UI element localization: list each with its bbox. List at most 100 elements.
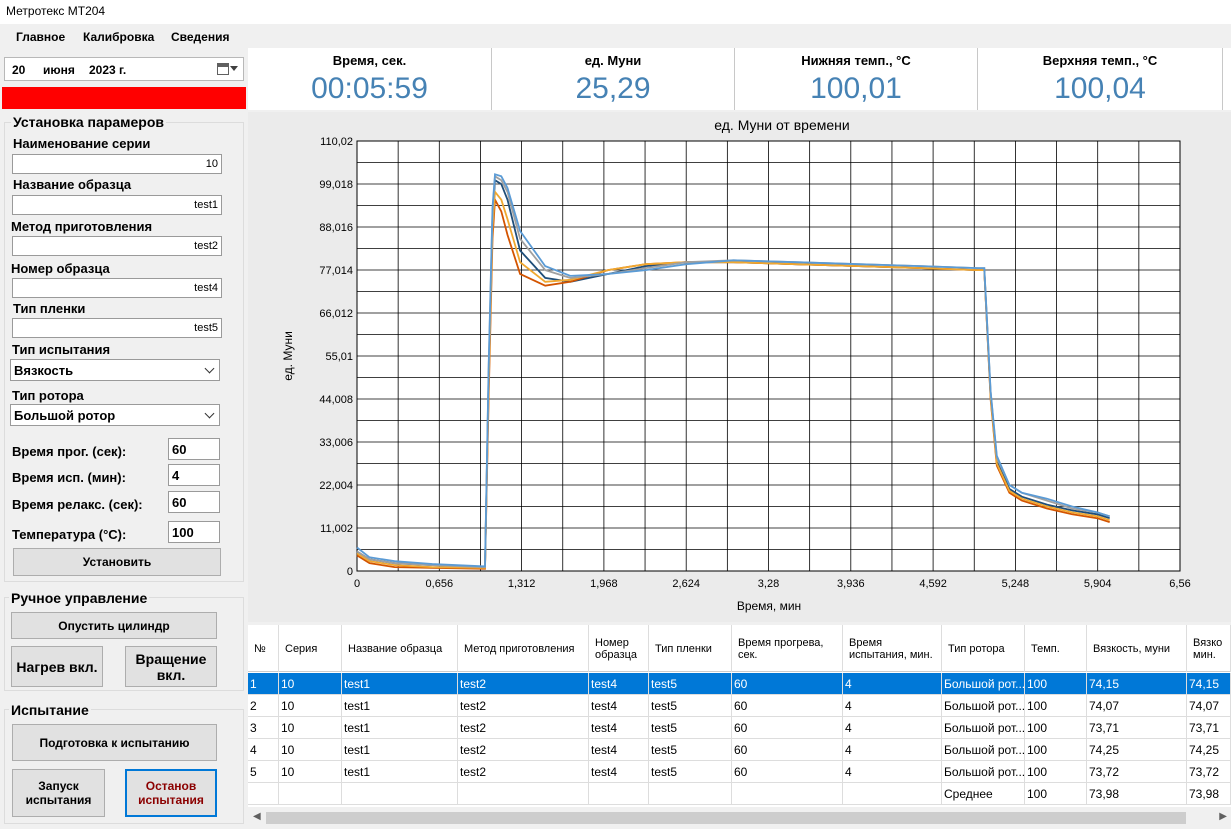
table-cell: 73,98 xyxy=(1187,783,1231,805)
menu-info[interactable]: Сведения xyxy=(171,30,229,44)
rotation-on-button[interactable]: Вращение вкл. xyxy=(125,646,217,687)
table-cell xyxy=(589,783,649,805)
temperature-label: Температура (°С): xyxy=(12,527,127,542)
table-cell: 2 xyxy=(248,695,279,717)
y-tick-label: 88,016 xyxy=(319,222,353,234)
y-tick-label: 0 xyxy=(347,566,353,578)
rotor-type-label: Тип ротора xyxy=(12,388,84,403)
x-tick-label: 0,656 xyxy=(426,578,454,590)
x-tick-label: 5,904 xyxy=(1084,578,1112,590)
table-row[interactable]: 4 10 test1 test2 test4 test5 60 4 Большой рот...… xyxy=(248,739,1231,761)
table-cell: 10 xyxy=(279,739,342,761)
scroll-left-icon[interactable]: ◀ xyxy=(253,811,261,822)
table-row[interactable]: 5 10 test1 test2 test4 test5 60 4 Большой рот...… xyxy=(248,761,1231,783)
table-cell: test2 xyxy=(458,717,589,739)
column-header[interactable]: Вязко мин. xyxy=(1187,625,1231,672)
prepare-test-button[interactable]: Подготовка к испытанию xyxy=(12,724,217,761)
table-cell: test4 xyxy=(589,717,649,739)
x-tick-label: 2,624 xyxy=(672,578,700,590)
results-table: № Серия Название образца Метод приготовлени… xyxy=(248,625,1231,829)
manual-title: Ручное управление xyxy=(9,590,150,606)
column-header[interactable]: Серия xyxy=(279,625,342,672)
menu-main[interactable]: Главное xyxy=(16,30,65,44)
horizontal-scrollbar[interactable]: ◀ ▶ xyxy=(248,807,1231,829)
column-header[interactable]: Темп. xyxy=(1025,625,1087,672)
menu-calibration[interactable]: Калибровка xyxy=(83,30,154,44)
heat-on-button[interactable]: Нагрев вкл. xyxy=(11,646,103,687)
table-cell: 74,07 xyxy=(1187,695,1231,717)
calendar-icon[interactable] xyxy=(217,63,229,75)
x-tick-label: 4,592 xyxy=(919,578,947,590)
y-tick-label: 33,006 xyxy=(319,437,353,449)
table-cell: 60 xyxy=(732,717,843,739)
warmup-input[interactable]: 60 xyxy=(168,438,220,460)
metric-upper-temp-label: Верхняя темп., °С xyxy=(1042,53,1158,68)
table-cell: 4 xyxy=(843,761,942,783)
relax-input[interactable]: 60 xyxy=(168,491,220,513)
date-picker[interactable]: 20 июня 2023 г. xyxy=(4,57,244,81)
column-header[interactable]: Название образца xyxy=(342,625,458,672)
scroll-right-icon[interactable]: ▶ xyxy=(1219,811,1227,822)
table-cell: 10 xyxy=(279,717,342,739)
lower-cylinder-button[interactable]: Опустить цилиндр xyxy=(11,612,217,639)
table-cell: test5 xyxy=(649,695,732,717)
table-cell: Среднее xyxy=(942,783,1025,805)
table-row[interactable]: Среднее 100 73,98 73,98 xyxy=(248,783,1231,805)
film-type-label: Тип пленки xyxy=(13,301,86,316)
column-header[interactable]: Время испытания, мин. xyxy=(843,625,942,672)
table-row[interactable]: 1 10 test1 test2 test4 test5 60 4 Большой рот...… xyxy=(248,673,1231,695)
dropdown-arrow-icon[interactable] xyxy=(230,66,238,71)
stop-test-button[interactable]: Останов испытания xyxy=(125,769,217,817)
column-header[interactable]: Время прогрева, сек. xyxy=(732,625,843,672)
column-header[interactable]: Тип пленки xyxy=(649,625,732,672)
table-cell xyxy=(843,783,942,805)
window-title: Метротекс МТ204 xyxy=(6,4,106,18)
metric-mooney-label: ед. Муни xyxy=(584,53,642,68)
mooney-chart: ед. Муни от времени 0 0,656 1,312 1,968 2,62… xyxy=(281,117,1191,613)
table-cell: 1 xyxy=(248,673,279,695)
table-row[interactable]: 3 10 test1 test2 test4 test5 60 4 Большой рот...… xyxy=(248,717,1231,739)
test-type-select[interactable]: Вязкость xyxy=(10,359,220,381)
set-button[interactable]: Установить xyxy=(13,548,221,576)
sample-name-input[interactable]: test1 xyxy=(12,195,222,215)
column-header[interactable]: Тип ротора xyxy=(942,625,1025,672)
sample-number-label: Номер образца xyxy=(11,261,110,276)
prep-method-input[interactable]: test2 xyxy=(12,236,222,256)
rotor-type-select[interactable]: Большой ротор xyxy=(10,404,220,426)
table-cell: 4 xyxy=(843,673,942,695)
metric-lower-temp-label: Нижняя темп., °С xyxy=(801,53,911,68)
table-cell: 10 xyxy=(279,673,342,695)
table-cell xyxy=(342,783,458,805)
table-cell: 60 xyxy=(732,695,843,717)
table-row[interactable]: 2 10 test1 test2 test4 test5 60 4 Большой рот...… xyxy=(248,695,1231,717)
table-cell: test1 xyxy=(342,739,458,761)
sample-number-input[interactable]: test4 xyxy=(12,278,222,298)
temperature-input[interactable]: 100 xyxy=(168,521,220,543)
series-input[interactable]: 10 xyxy=(12,154,222,174)
chevron-down-icon xyxy=(204,363,215,374)
settings-title: Установка парамеров xyxy=(11,114,166,130)
table-cell: test1 xyxy=(342,717,458,739)
y-tick-labels: 0 11,002 22,004 33,006 44,008 55,01 66,012 77,0… xyxy=(319,136,353,578)
rotor-type-value: Большой ротор xyxy=(14,408,116,423)
table-cell: 60 xyxy=(732,673,843,695)
column-header[interactable]: № xyxy=(248,625,279,672)
column-header[interactable]: Номер образца xyxy=(589,625,649,672)
scrollbar-thumb[interactable] xyxy=(266,812,1186,824)
table-cell: 73,98 xyxy=(1087,783,1187,805)
table-cell xyxy=(279,783,342,805)
column-header[interactable]: Метод приготовления xyxy=(458,625,589,672)
start-test-button[interactable]: Запуск испытания xyxy=(12,769,105,817)
table-cell: 73,72 xyxy=(1187,761,1231,783)
y-tick-label: 11,002 xyxy=(320,523,353,535)
column-header[interactable]: Вязкость, муни xyxy=(1087,625,1187,672)
table-cell: 100 xyxy=(1025,761,1087,783)
metric-lower-temp: Нижняя темп., °С 100,01 xyxy=(735,48,978,110)
relax-label: Время релакс. (сек): xyxy=(12,497,143,512)
y-tick-label: 110,02 xyxy=(320,136,353,148)
film-type-input[interactable]: test5 xyxy=(12,318,222,338)
test-title: Испытание xyxy=(9,702,91,718)
table-cell: test5 xyxy=(649,761,732,783)
test-time-input[interactable]: 4 xyxy=(168,464,220,486)
table-cell: 100 xyxy=(1025,783,1087,805)
